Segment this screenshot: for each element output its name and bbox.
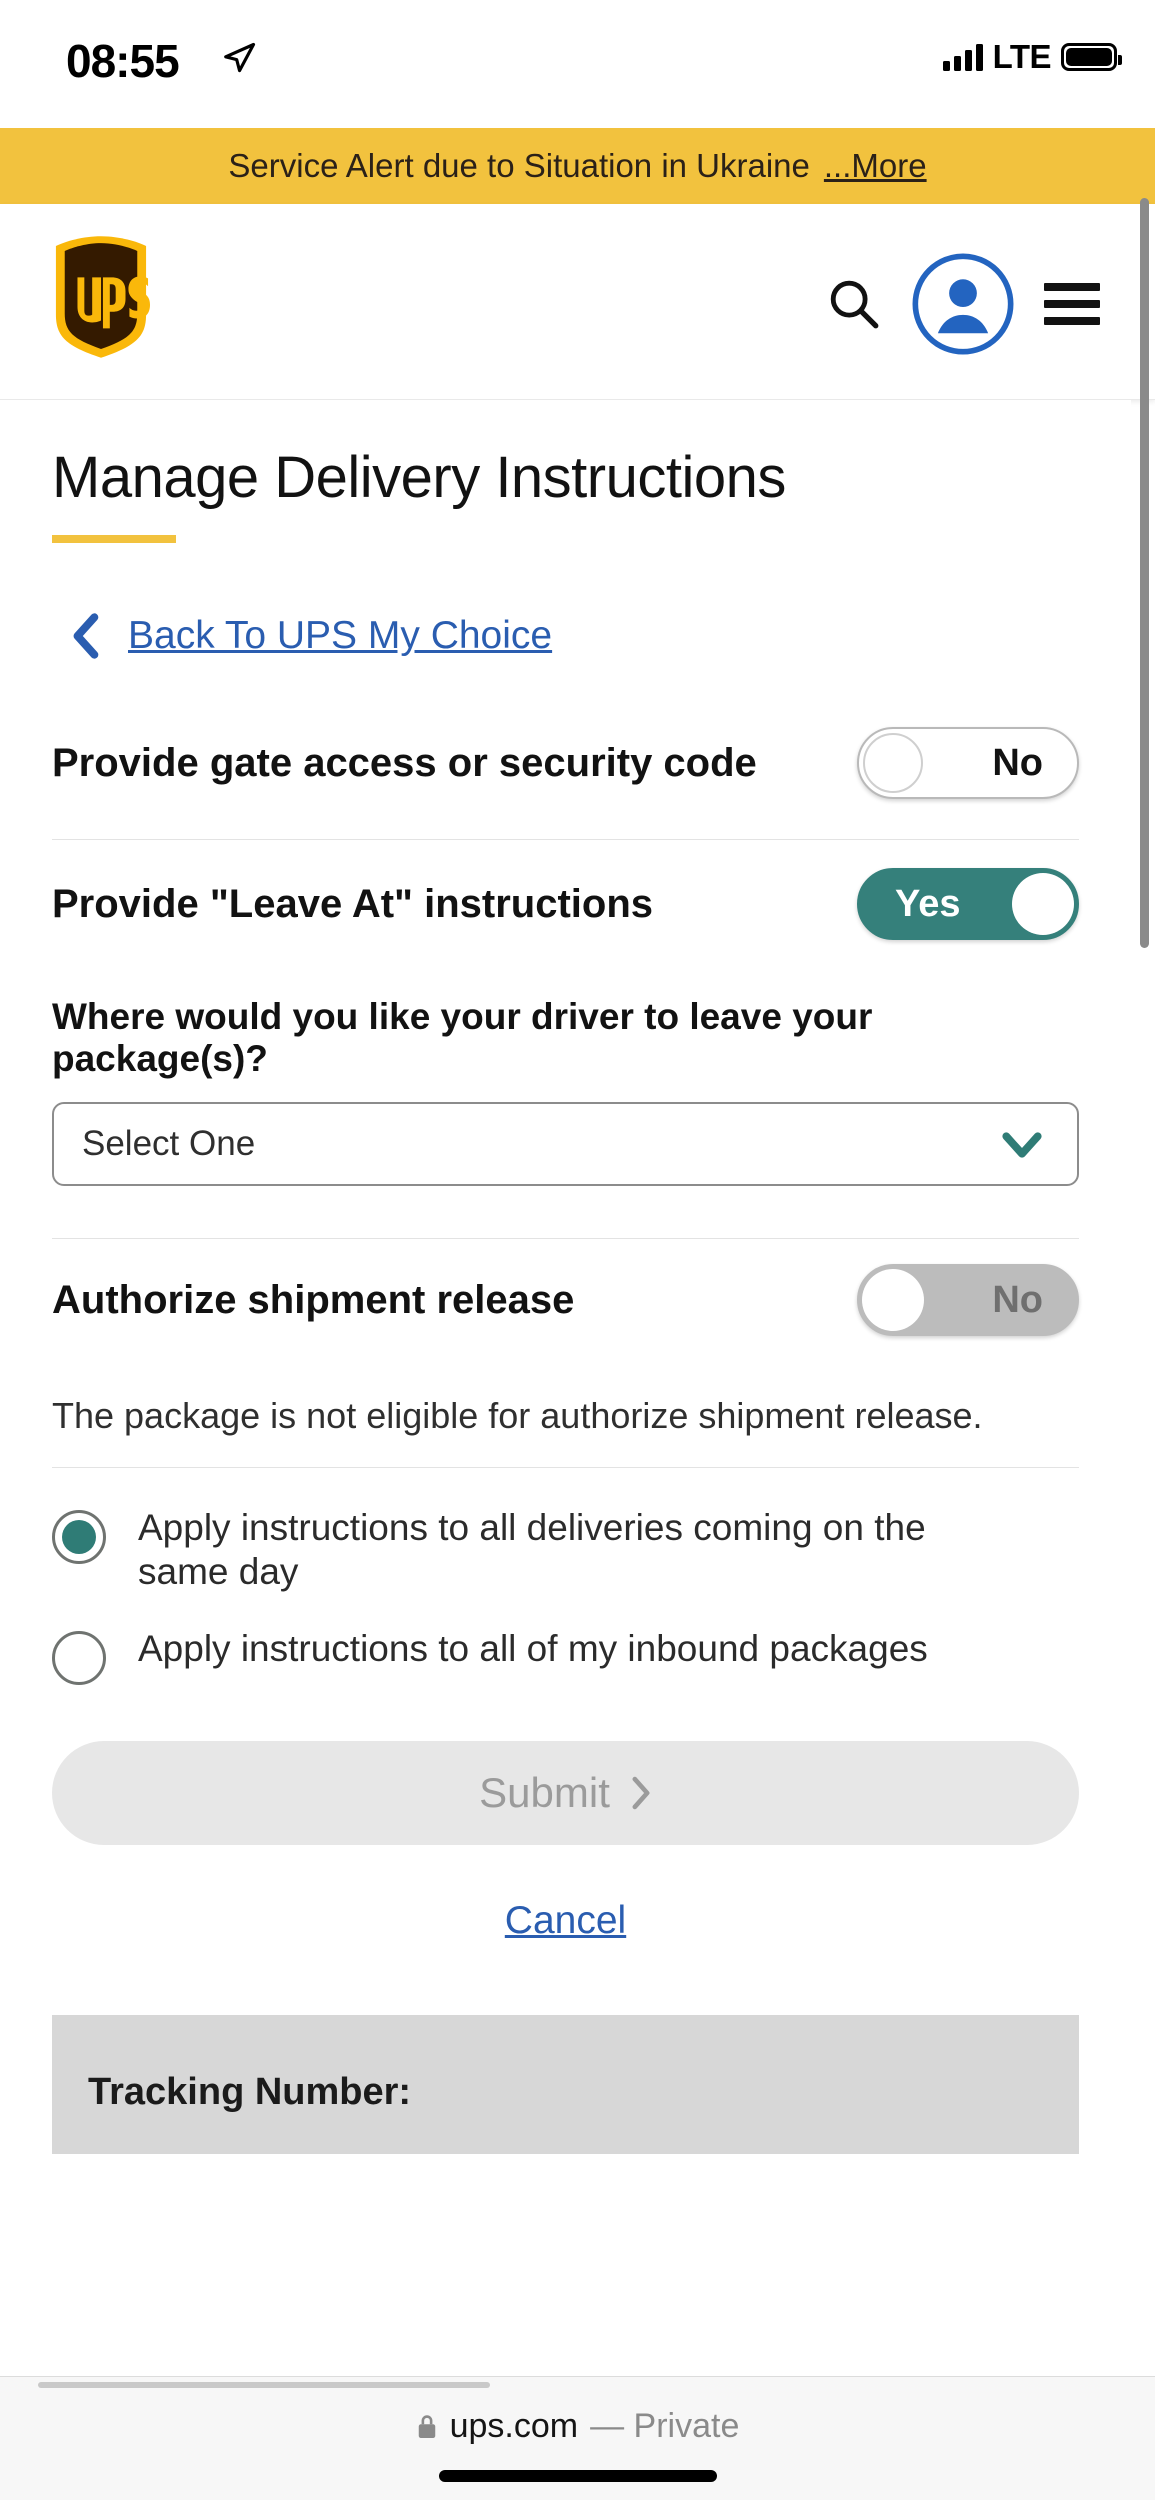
back-to-my-choice-link[interactable]: Back To UPS My Choice	[70, 613, 552, 659]
radio-indicator-selected[interactable]	[52, 1510, 106, 1564]
page-scrollbar[interactable]	[1140, 198, 1149, 948]
ups-shield-logo[interactable]	[52, 234, 150, 360]
hamburger-menu-button[interactable]	[1023, 257, 1121, 351]
battery-full-icon	[1061, 43, 1122, 71]
lock-icon	[418, 2414, 435, 2438]
shipment-release-toggle: No	[857, 1264, 1079, 1336]
chevron-left-icon	[73, 613, 99, 659]
browser-url-row[interactable]: ups.com — Private	[0, 2407, 1155, 2446]
header-action-group	[807, 250, 1121, 358]
home-indicator[interactable]	[438, 2470, 717, 2482]
shipment-release-toggle-value: No	[992, 1278, 1043, 1321]
back-link-label: Back To UPS My Choice	[128, 614, 553, 657]
service-alert-text: Service Alert due to Situation in Ukrain…	[228, 147, 810, 184]
service-alert-banner[interactable]: Service Alert due to Situation in Ukrain…	[0, 128, 1155, 204]
apply-scope-radio-group: Apply instructions to all deliveries com…	[0, 1468, 1131, 1686]
page-content: Manage Delivery Instructions Back To UPS…	[0, 400, 1131, 2155]
cancel-link[interactable]: Cancel	[505, 1899, 626, 1943]
page-title: Manage Delivery Instructions	[52, 445, 786, 510]
tracking-number-label: Tracking Number:	[88, 2071, 412, 2114]
leave-at-select-value: Select One	[82, 1124, 256, 1163]
account-button[interactable]	[909, 250, 1017, 358]
leave-at-select[interactable]: Select One	[52, 1102, 1079, 1186]
toggle-knob	[862, 1269, 924, 1331]
search-button[interactable]	[807, 257, 901, 351]
leave-at-label: Provide "Leave At" instructions	[52, 881, 654, 926]
setting-row-shipment-release: Authorize shipment release No	[0, 1239, 1131, 1361]
leave-at-location-field: Where would you like your driver to leav…	[0, 968, 1131, 1196]
leave-at-toggle-value: Yes	[895, 882, 961, 925]
cancel-row: Cancel	[0, 1899, 1131, 1943]
radio-label-all-inbound: Apply instructions to all of my inbound …	[138, 1628, 928, 1670]
chevron-down-icon	[1002, 1132, 1042, 1158]
gate-access-label: Provide gate access or security code	[52, 740, 757, 785]
browser-domain: ups.com	[449, 2407, 579, 2445]
status-bar-indicators: LTE	[942, 38, 1122, 76]
radio-option-all-inbound[interactable]: Apply instructions to all of my inbound …	[52, 1627, 1079, 1686]
gate-access-toggle-value: No	[992, 741, 1043, 784]
browser-private-label: — Private	[590, 2407, 740, 2445]
account-person-icon	[912, 253, 1014, 355]
leave-at-toggle[interactable]: Yes	[857, 868, 1079, 940]
submit-button-label: Submit	[479, 1769, 610, 1817]
hamburger-menu-icon	[1044, 283, 1100, 325]
radio-label-same-day: Apply instructions to all deliveries com…	[138, 1507, 926, 1592]
page-load-progress	[38, 2382, 490, 2388]
ios-status-bar: 08:55 LTE	[0, 0, 1155, 128]
service-alert-more-link[interactable]: ...More	[824, 147, 927, 185]
search-icon	[830, 280, 879, 329]
gate-access-toggle[interactable]: No	[857, 727, 1079, 799]
mobile-screen: 08:55 LTE Service Alert due to Situation…	[0, 0, 1155, 2500]
status-bar-time: 08:55	[66, 35, 180, 87]
network-type-label: LTE	[992, 38, 1052, 75]
toggle-knob	[1012, 873, 1074, 935]
radio-option-same-day[interactable]: Apply instructions to all deliveries com…	[52, 1506, 1079, 1593]
leave-at-question: Where would you like your driver to leav…	[52, 996, 873, 1079]
browser-bottom-bar: ups.com — Private	[0, 2376, 1155, 2500]
radio-indicator-unselected[interactable]	[52, 1631, 106, 1686]
setting-row-gate-access: Provide gate access or security code No	[0, 711, 1131, 815]
shipment-release-label: Authorize shipment release	[52, 1277, 575, 1322]
toggle-knob	[863, 733, 923, 793]
submit-button[interactable]: Submit	[52, 1741, 1079, 1846]
tracking-number-panel: Tracking Number:	[52, 2015, 1079, 2155]
signal-bars-icon	[942, 43, 983, 71]
site-header	[0, 204, 1155, 400]
setting-row-leave-at: Provide "Leave At" instructions Yes	[0, 840, 1131, 968]
title-underline-rule	[52, 535, 176, 543]
shipment-release-note: The package is not eligible for authoriz…	[52, 1395, 983, 1436]
chevron-right-icon	[632, 1777, 650, 1810]
location-arrow-icon	[224, 42, 256, 73]
